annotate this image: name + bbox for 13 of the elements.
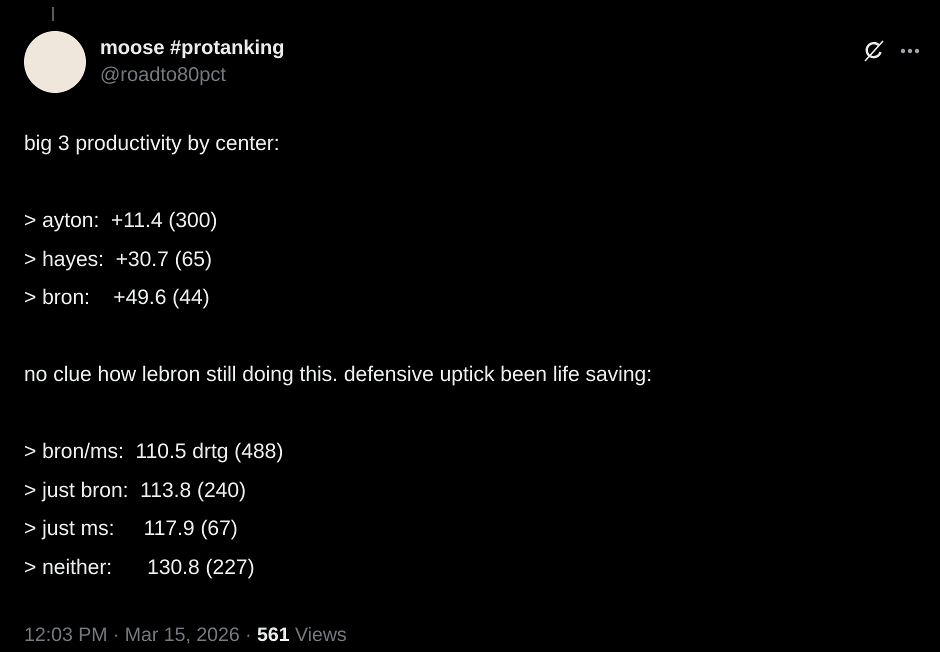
author-handle[interactable]: @roadto80pct [100,64,226,87]
post-text-line: no clue how lebron still doing this. defensive uptick been life saving: [24,362,652,388]
post-text-line: > bron: +49.6 (44) [24,285,210,311]
post-text-line: > just bron: 113.8 (240) [24,478,246,504]
author-name[interactable]: moose #protanking [100,37,284,60]
post-text-line: > just ms: 117.9 (67) [24,516,238,542]
post-text-line: > hayes: +30.7 (65) [24,246,212,272]
post-text-line: > neither: 130.8 (227) [24,554,255,580]
more-options-icon[interactable] [900,48,920,54]
post-text-line: big 3 productivity by center: [24,131,280,157]
post-text-line: > bron/ms: 110.5 drtg (488) [24,439,284,465]
post-text-line: > ayton: +11.4 (300) [24,208,218,234]
post-meta: 12:03 PM · Mar 15, 2026 · 561 Views [24,624,347,646]
